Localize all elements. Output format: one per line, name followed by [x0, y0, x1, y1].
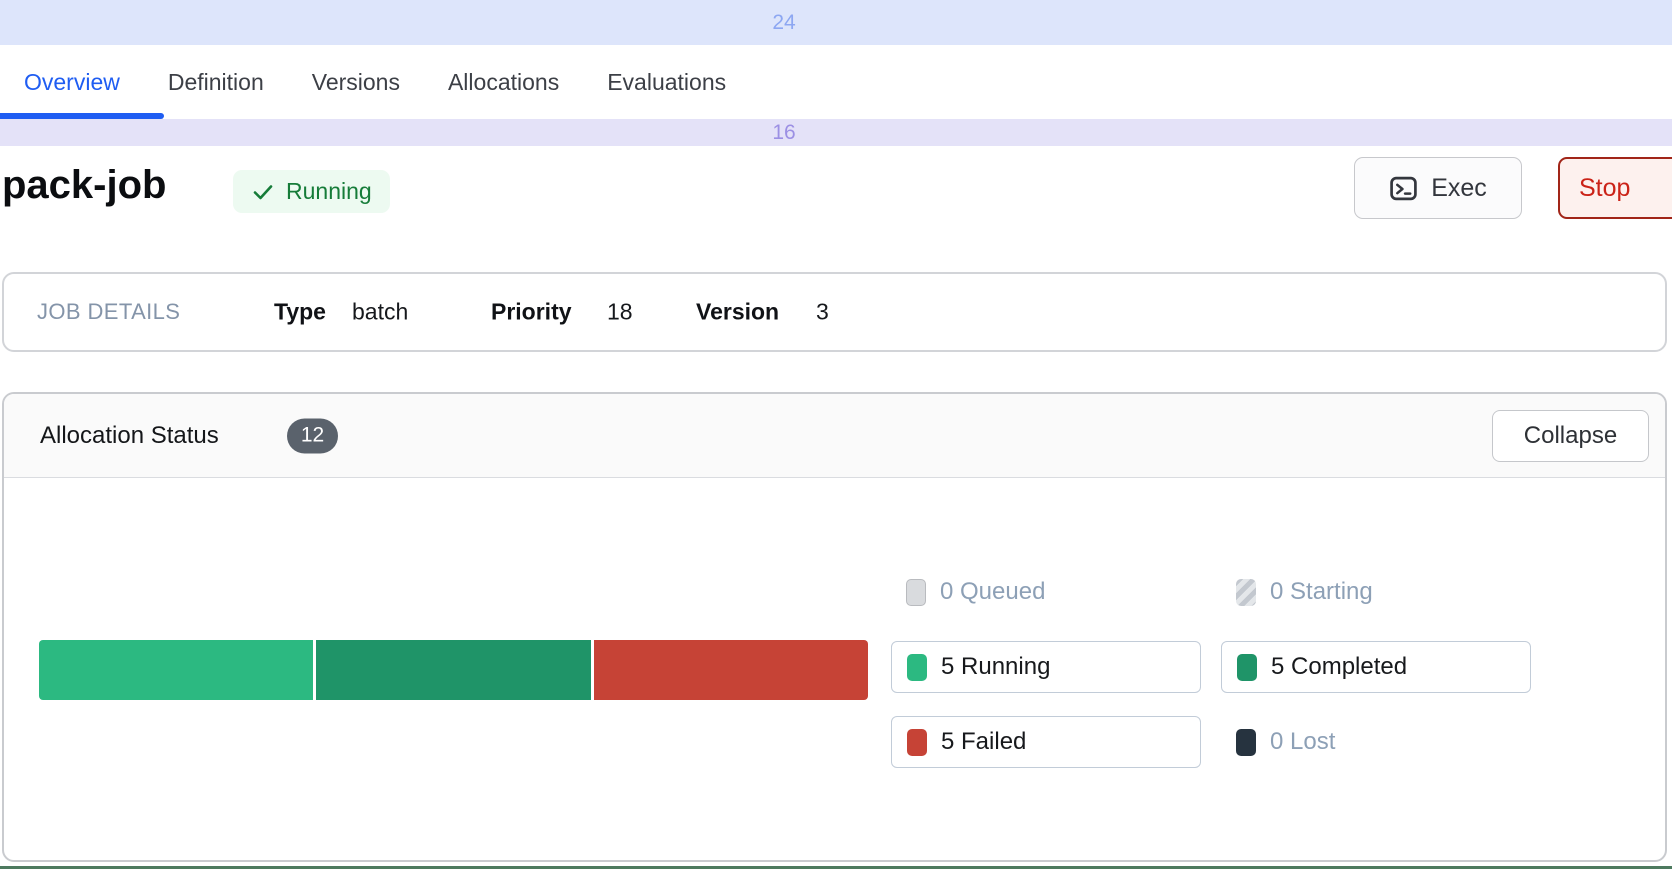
- legend-item-lost: 0 Lost: [1221, 716, 1531, 768]
- job-detail-label-type: Type: [274, 299, 326, 326]
- allocation-stacked-bar: [39, 640, 868, 700]
- tab-bar: Overview Definition Versions Allocations Eva…: [0, 45, 1672, 119]
- allocation-status-panel: Allocation Status 12 Collapse 0 Queued0 …: [2, 392, 1667, 862]
- tab-versions[interactable]: Versions: [312, 69, 400, 96]
- legend-item-starting: 0 Starting: [1221, 566, 1531, 618]
- legend-swatch-starting: [1236, 579, 1256, 606]
- exec-label: Exec: [1431, 174, 1487, 203]
- spacing-overlay-top: 24: [0, 0, 1672, 45]
- terminal-icon: [1389, 174, 1418, 203]
- page-title: pack-job: [2, 163, 166, 208]
- legend-label-running: 5 Running: [941, 653, 1050, 681]
- job-detail-value-version: 3: [816, 299, 829, 326]
- job-details-heading: JOB DETAILS: [37, 299, 180, 325]
- spacing-value-top: 24: [772, 11, 795, 35]
- allocation-legend: 0 Queued 0 Starting 5 Running 5 Completed 5 …: [891, 566, 1531, 768]
- legend-swatch-failed: [907, 729, 927, 756]
- tab-definition[interactable]: Definition: [168, 69, 264, 96]
- exec-button[interactable]: Exec: [1354, 157, 1522, 219]
- job-detail-value-priority: 18: [607, 299, 633, 326]
- tab-overview[interactable]: Overview: [24, 69, 120, 96]
- allocation-panel-header: Allocation Status 12 Collapse: [4, 394, 1665, 478]
- legend-swatch-completed: [1237, 654, 1257, 681]
- collapse-button[interactable]: Collapse: [1492, 410, 1649, 462]
- legend-label-starting: 0 Starting: [1270, 578, 1373, 606]
- job-detail-label-priority: Priority: [491, 299, 572, 326]
- check-icon: [251, 180, 275, 204]
- legend-item-completed[interactable]: 5 Completed: [1221, 641, 1531, 693]
- bar-segment-completed[interactable]: [316, 640, 590, 700]
- job-detail-label-version: Version: [696, 299, 779, 326]
- legend-swatch-running: [907, 654, 927, 681]
- status-badge: Running: [233, 170, 390, 213]
- legend-swatch-lost: [1236, 729, 1256, 756]
- legend-label-failed: 5 Failed: [941, 728, 1026, 756]
- legend-swatch-queued: [906, 579, 926, 606]
- legend-item-running[interactable]: 5 Running: [891, 641, 1201, 693]
- allocation-count-badge: 12: [287, 418, 338, 453]
- tab-allocations[interactable]: Allocations: [448, 69, 559, 96]
- stop-label: Stop: [1579, 174, 1630, 203]
- stop-button[interactable]: Stop: [1558, 157, 1672, 219]
- spacing-overlay-middle: 16: [0, 119, 1672, 146]
- tab-evaluations[interactable]: Evaluations: [607, 69, 726, 96]
- legend-label-lost: 0 Lost: [1270, 728, 1335, 756]
- legend-label-queued: 0 Queued: [940, 578, 1045, 606]
- job-detail-value-type: batch: [352, 299, 408, 326]
- spacing-value-middle: 16: [772, 121, 795, 145]
- status-label: Running: [286, 178, 372, 205]
- allocation-panel-title: Allocation Status: [40, 422, 219, 450]
- bar-segment-running[interactable]: [39, 640, 313, 700]
- tab-list: Overview Definition Versions Allocations Eva…: [24, 45, 726, 119]
- job-details-bar: JOB DETAILS Type batch Priority 18 Version 3: [2, 272, 1667, 352]
- legend-label-completed: 5 Completed: [1271, 653, 1407, 681]
- bar-segment-failed[interactable]: [594, 640, 868, 700]
- legend-item-queued: 0 Queued: [891, 566, 1201, 618]
- legend-item-failed[interactable]: 5 Failed: [891, 716, 1201, 768]
